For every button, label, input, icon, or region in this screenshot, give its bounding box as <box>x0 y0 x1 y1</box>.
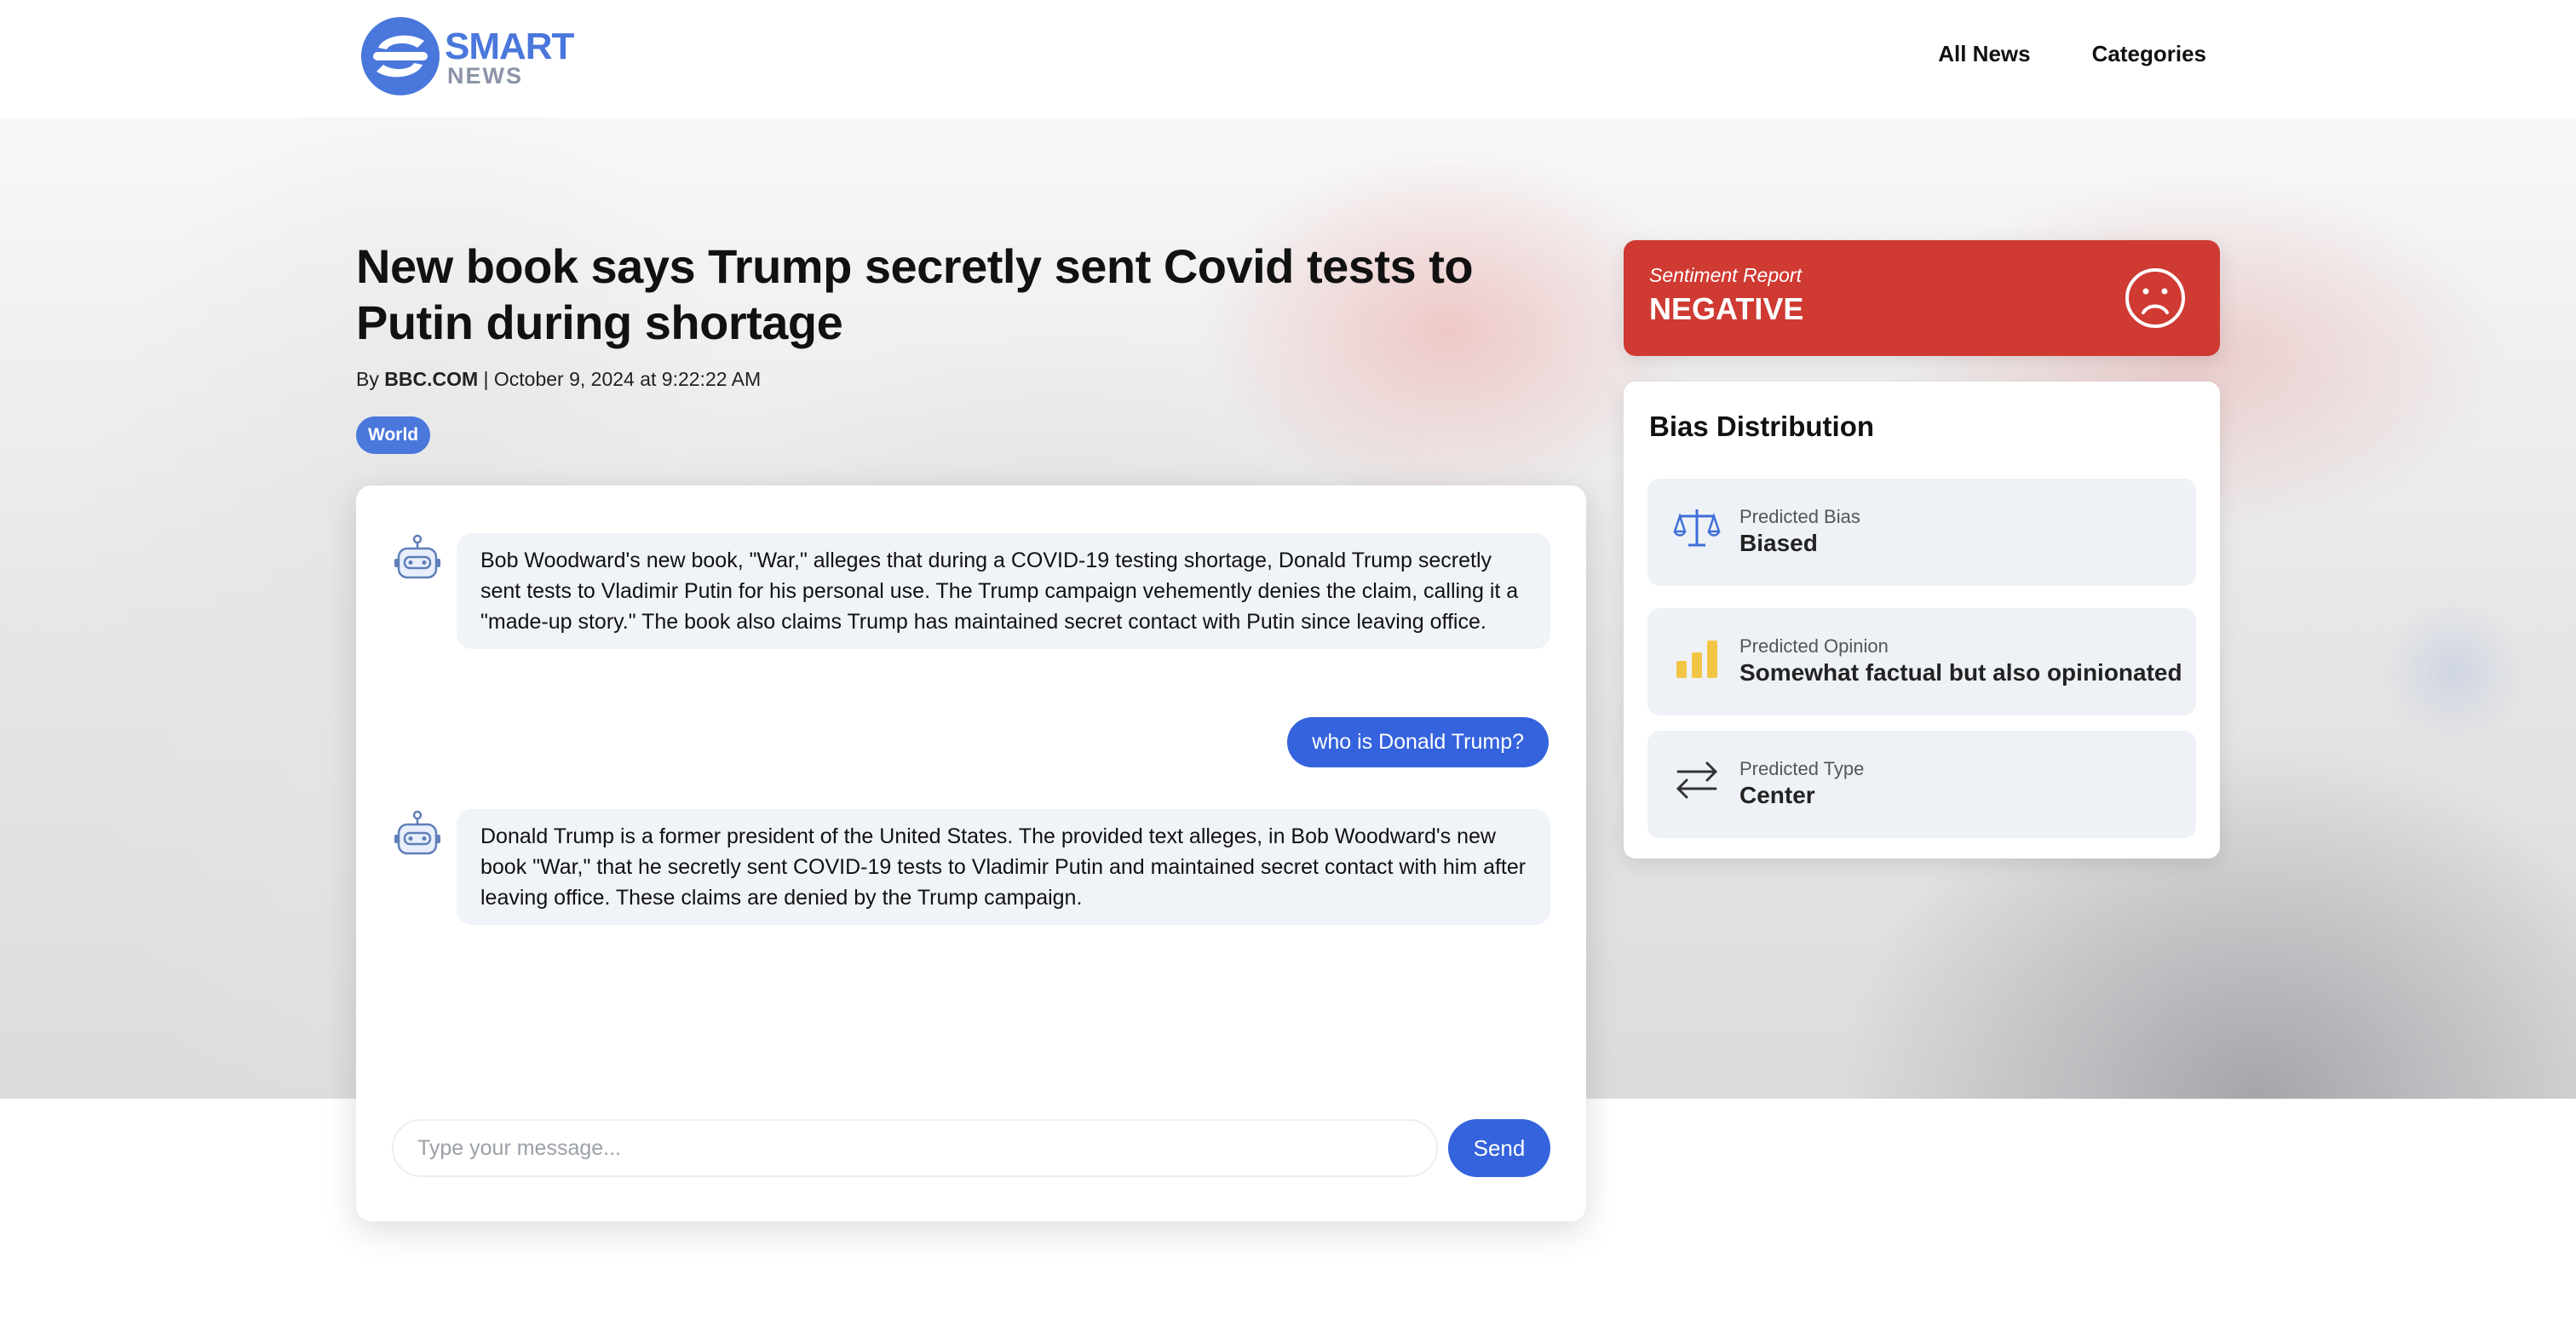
bias-distribution-title: Bias Distribution <box>1649 411 1875 442</box>
byline: By BBC.COM | October 9, 2024 at 9:22:22 … <box>356 368 1600 391</box>
predicted-type-label: Predicted Type <box>1739 758 1865 779</box>
top-header: SMART NEWS All News Categories <box>0 0 2576 118</box>
sentiment-label: Sentiment Report <box>1649 264 1802 286</box>
main-nav: All News Categories <box>1938 41 2206 67</box>
logo-text-secondary: NEWS <box>447 63 523 89</box>
byline-prefix: By <box>356 368 379 390</box>
bot-message-bubble: Donald Trump is a former president of th… <box>457 809 1550 925</box>
send-button[interactable]: Send <box>1448 1119 1550 1177</box>
chat-message-bot: Bob Woodward's new book, "War," alleges … <box>392 533 1550 649</box>
sentiment-report-card: Sentiment Report NEGATIVE <box>1624 240 2220 356</box>
swap-arrows-icon <box>1676 761 1717 799</box>
robot-icon <box>394 534 440 579</box>
nav-categories[interactable]: Categories <box>2092 41 2206 67</box>
predicted-bias-label: Predicted Bias <box>1739 506 1860 527</box>
chat-input-row: Send <box>392 1119 1550 1177</box>
article-date: October 9, 2024 at 9:22:22 AM <box>493 368 762 390</box>
nav-all-news[interactable]: All News <box>1938 41 2030 67</box>
scale-icon <box>1673 509 1721 547</box>
logo-text-primary: SMART <box>445 26 574 67</box>
page: SMART NEWS All News Categories New book … <box>0 0 2576 1344</box>
chat-message-bot: Donald Trump is a former president of th… <box>392 809 1550 925</box>
user-message-bubble: who is Donald Trump? <box>1287 717 1549 767</box>
byline-separator: | <box>483 368 489 390</box>
bot-message-bubble: Bob Woodward's new book, "War," alleges … <box>457 533 1550 649</box>
article-source: BBC.COM <box>384 368 479 390</box>
sentiment-value: NEGATIVE <box>1649 291 1804 326</box>
predicted-type-value: Center <box>1739 782 1815 808</box>
category-badge[interactable]: World <box>356 416 431 454</box>
predicted-opinion-value: Somewhat factual but also opinionated <box>1739 659 2182 686</box>
bar-chart-icon <box>1676 640 1717 678</box>
predicted-bias-value: Biased <box>1739 530 1818 556</box>
smart-news-logo[interactable]: SMART NEWS <box>358 14 579 99</box>
chat-panel: Bob Woodward's new book, "War," alleges … <box>356 485 1586 1221</box>
robot-icon <box>394 810 440 855</box>
predicted-bias-item: Predicted Bias Biased <box>1647 479 2196 586</box>
sad-face-icon <box>2125 268 2185 328</box>
article-title: New book says Trump secretly sent Covid … <box>356 239 1474 349</box>
predicted-type-item: Predicted Type Center <box>1647 731 2196 838</box>
bias-distribution-card: Bias Distribution Predicted Bias Biased … <box>1624 382 2220 859</box>
message-input[interactable] <box>392 1119 1438 1177</box>
article-header: New book says Trump secretly sent Covid … <box>356 238 1600 454</box>
predicted-opinion-item: Predicted Opinion Somewhat factual but a… <box>1647 608 2196 715</box>
predicted-opinion-label: Predicted Opinion <box>1739 635 1889 657</box>
logo-mark-icon <box>361 17 440 95</box>
